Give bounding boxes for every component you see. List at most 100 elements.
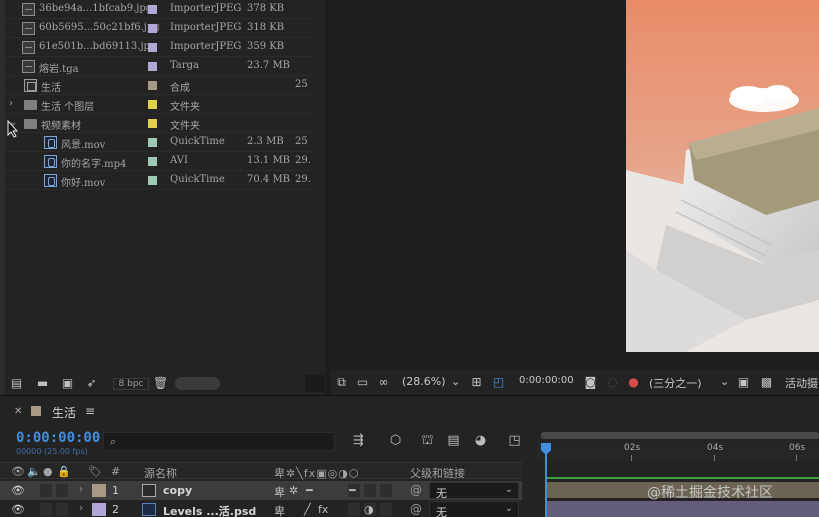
video-file-icon <box>44 155 57 168</box>
column-source-name[interactable]: 源名称 <box>144 465 177 481</box>
adjustment-layer-icon[interactable]: ◑ <box>364 503 374 516</box>
transparency-grid-icon[interactable]: ▩ <box>760 376 773 388</box>
layer-row[interactable]: 👁 › 2 Levels ...活.psd 卑 ╱ fx ◑ @ 无 ⌄ <box>0 500 522 517</box>
label-color-swatch[interactable] <box>148 62 157 71</box>
project-item[interactable]: 风景.mov QuickTime 2.3 MB 25 <box>6 133 312 152</box>
new-composition-icon[interactable]: ▣ <box>61 377 74 389</box>
audio-toggle-cell[interactable] <box>40 484 52 497</box>
label-color-swatch[interactable] <box>148 24 157 33</box>
layer-search-input[interactable]: ⌕ <box>103 432 335 451</box>
viewer-timecode[interactable]: 0:00:00:00 <box>519 375 574 386</box>
expand-chevron-icon[interactable]: › <box>79 484 83 495</box>
current-time-display[interactable]: 0:00:00:00 <box>16 430 100 446</box>
time-ruler-area[interactable]: 0s02s04s06s <box>537 432 819 517</box>
always-preview-icon[interactable]: ⧉ <box>335 376 348 388</box>
project-item[interactable]: › 生活 个图层 文件夹 <box>6 95 312 114</box>
project-item[interactable]: 生活 合成 25 <box>6 76 312 95</box>
parent-pickwhip-icon[interactable]: @ <box>410 502 422 516</box>
color-channels-icon[interactable]: ● <box>627 376 640 388</box>
label-color-swatch[interactable] <box>148 176 157 185</box>
audio-icon[interactable]: 🔈 <box>27 465 41 478</box>
parent-dropdown[interactable]: 无 ⌄ <box>429 482 519 500</box>
lock-icon[interactable]: 🔒 <box>57 465 71 478</box>
solo-icon[interactable]: ● <box>43 465 53 478</box>
quality-switch-icon[interactable]: ╱ <box>304 503 311 516</box>
label-color-swatch[interactable] <box>148 5 157 14</box>
motion-blur-switch-icon[interactable]: ━ <box>349 484 356 497</box>
project-item[interactable]: 你好.mov QuickTime 70.4 MB 29. <box>6 171 312 190</box>
visibility-eye-icon[interactable]: 👁 <box>11 484 25 497</box>
collapse-switch-icon[interactable]: ✲ <box>289 484 298 497</box>
region-of-interest-icon[interactable]: ◰ <box>492 376 505 388</box>
motion-blur-icon[interactable]: ◕ <box>473 434 488 448</box>
active-camera-dropdown[interactable]: 活动摄 <box>785 375 818 391</box>
solo-toggle-cell[interactable] <box>56 503 68 516</box>
effects-fx-icon[interactable]: fx <box>318 503 328 516</box>
project-scrollbar[interactable] <box>175 377 220 390</box>
3d-layer-box[interactable] <box>380 484 392 497</box>
column-parent-link[interactable]: 父级和链接 <box>410 465 465 481</box>
trash-icon[interactable]: 🗑 <box>153 377 168 389</box>
solo-toggle-cell[interactable] <box>56 484 68 497</box>
close-tab-icon[interactable]: ✕ <box>14 406 22 417</box>
expand-chevron-icon[interactable]: › <box>9 98 13 109</box>
bpc-button[interactable]: 8 bpc <box>113 378 149 390</box>
audio-toggle-cell[interactable] <box>40 503 52 516</box>
mask-view-icon[interactable]: ∞ <box>377 376 390 388</box>
parent-dropdown[interactable]: 无 ⌄ <box>429 501 519 517</box>
layer-row[interactable]: 👁 › 1 copy 卑 ✲ ━ ━ @ 无 ⌄ <box>0 481 522 500</box>
shy-switch-icon[interactable]: 卑 <box>274 484 285 500</box>
label-color-swatch[interactable] <box>92 503 106 516</box>
label-color-swatch[interactable] <box>148 100 157 109</box>
snapshot-camera-icon[interactable]: ◙ <box>584 376 597 388</box>
composition-icon <box>24 79 37 92</box>
visibility-eye-icon[interactable]: 👁 <box>11 503 25 516</box>
layer-name[interactable]: copy <box>163 484 192 497</box>
expand-chevron-icon[interactable]: › <box>79 503 83 514</box>
project-item[interactable]: 60b5695...50c21bf6.jpg ImporterJPEG 318 KB <box>6 19 312 38</box>
parent-pickwhip-icon[interactable]: @ <box>410 483 422 497</box>
label-color-swatch[interactable] <box>148 138 157 147</box>
fast-preview-icon[interactable]: ▣ <box>737 376 750 388</box>
label-color-swatch[interactable] <box>92 484 106 497</box>
project-item[interactable]: 61e501b...bd69113.jpg ImporterJPEG 359 KB <box>6 38 312 57</box>
frame-blending-icon[interactable]: ▤ <box>446 434 461 448</box>
project-item[interactable]: 熔岩.tga Targa 23.7 MB <box>6 57 312 76</box>
label-color-swatch[interactable] <box>148 157 157 166</box>
graph-editor-icon[interactable]: ◳ <box>507 434 522 448</box>
composition-canvas[interactable] <box>626 0 819 352</box>
new-folder-icon[interactable]: ▬ <box>36 377 49 389</box>
quality-switch-icon[interactable]: ━ <box>306 484 313 497</box>
render-queue-icon[interactable]: ➶ <box>85 377 98 389</box>
project-item[interactable]: 你的名字.mp4 AVI 13.1 MB 29. <box>6 152 312 171</box>
interpret-footage-icon[interactable]: ▤ <box>10 377 23 389</box>
zoom-chevron-down-icon[interactable]: ⌄ <box>451 375 460 388</box>
3d-layer-box[interactable] <box>380 503 392 516</box>
label-color-swatch[interactable] <box>148 119 157 128</box>
label-color-swatch[interactable] <box>148 81 157 90</box>
show-snapshot-icon[interactable]: ◌ <box>606 376 619 388</box>
monitor-icon[interactable]: ▭ <box>356 376 369 388</box>
project-item[interactable]: 36be94a...1bfcab9.jpg ImporterJPEG 378 KB <box>6 0 312 19</box>
label-icon[interactable]: 🏷 <box>88 465 102 478</box>
comp-flowchart-icon[interactable]: ⇶ <box>351 434 366 448</box>
zoom-dropdown[interactable]: (28.6%) <box>402 375 446 388</box>
video-visibility-icon[interactable]: 👁 <box>11 465 25 478</box>
layer-name[interactable]: Levels ...活.psd <box>163 503 256 517</box>
adjustment-layer-box[interactable] <box>364 484 376 497</box>
work-area-bar[interactable] <box>541 432 819 439</box>
label-color-swatch[interactable] <box>148 43 157 52</box>
timeline-tab-title[interactable]: 生活 <box>52 404 76 421</box>
draft-3d-icon[interactable]: ⬡ <box>388 434 403 448</box>
playhead-line[interactable] <box>545 452 547 517</box>
time-ruler[interactable]: 0s02s04s06s <box>537 441 819 462</box>
frame-blend-box[interactable] <box>348 503 360 516</box>
layer-duration-bar[interactable] <box>547 501 819 517</box>
title-safe-icon[interactable]: ⊞ <box>470 376 483 388</box>
shy-switch-icon[interactable]: 卑 <box>274 503 285 517</box>
project-item[interactable]: ⌄ 视频素材 文件夹 <box>6 114 312 133</box>
panel-menu-icon[interactable]: ≡ <box>85 404 95 418</box>
resolution-dropdown[interactable]: (三分之一) <box>649 375 702 391</box>
resolution-chevron-down-icon[interactable]: ⌄ <box>720 375 729 388</box>
hide-shy-layers-icon[interactable]: ⛫ <box>420 434 435 448</box>
